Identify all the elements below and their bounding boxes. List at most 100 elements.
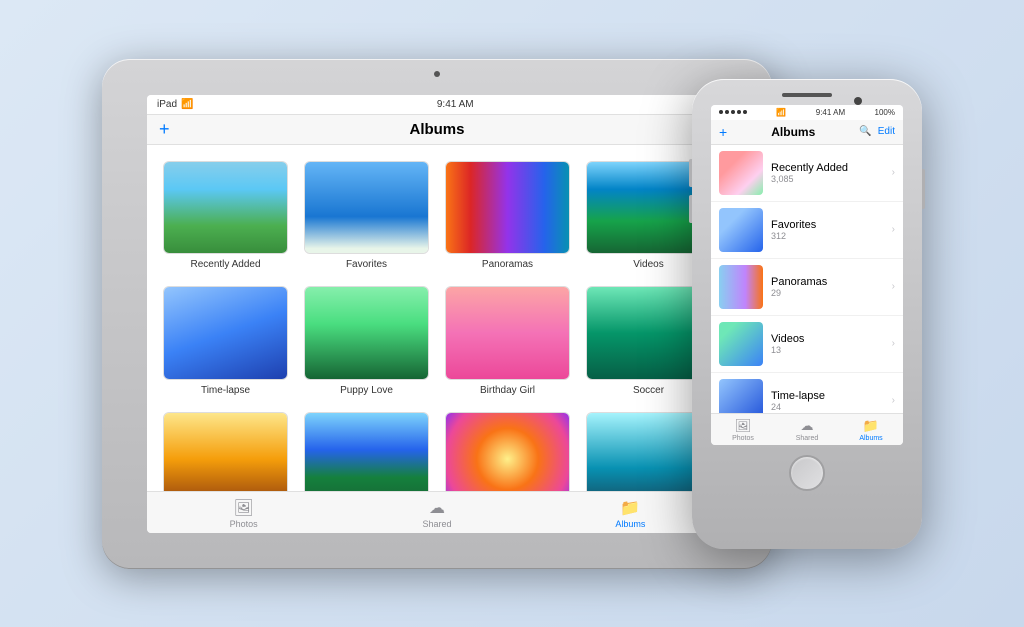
- ipad-device-label: iPad: [157, 99, 177, 110]
- ipad-tab-shared[interactable]: ☁ Shared: [340, 496, 533, 531]
- iphone-camera: [854, 97, 862, 105]
- iphone-list-chevron-videos: ›: [892, 338, 895, 349]
- iphone-album-list: Recently Added 3,085 › Favorites 312 › P…: [711, 145, 903, 413]
- ipad-album-item-recently-added[interactable]: Recently Added: [163, 161, 288, 271]
- ipad-album-label-birthday-girl: Birthday Girl: [480, 385, 535, 396]
- iphone-list-count-videos: 13: [771, 345, 892, 355]
- ipad-statusbar-left: iPad 📶: [157, 99, 193, 110]
- ipad-tab-photos[interactable]: 🖼 Photos: [147, 496, 340, 531]
- signal-dot-2: [725, 110, 729, 114]
- ipad-album-item-favorites[interactable]: Favorites: [304, 161, 429, 271]
- iphone-list-chevron-recently-added: ›: [892, 167, 895, 178]
- iphone-tab-label-photos: Photos: [732, 435, 754, 442]
- iphone-list-info-timelapse: Time-lapse 24: [771, 390, 892, 412]
- ipad-album-label-favorites: Favorites: [346, 259, 387, 270]
- ipad-album-label-timelapse: Time-lapse: [201, 385, 250, 396]
- iphone-search-button[interactable]: 🔍: [859, 126, 871, 137]
- ipad-album-label-puppy-love: Puppy Love: [340, 385, 393, 396]
- iphone-tab-icon-photos: 🖼: [735, 418, 752, 434]
- iphone-body: 📶 9:41 AM 100% + Albums 🔍 Edit: [692, 79, 922, 549]
- iphone-list-name-videos: Videos: [771, 333, 892, 345]
- ipad-album-thumb-landscape2: [304, 412, 429, 491]
- ipad-album-thumb-panoramas: [445, 161, 570, 255]
- ipad-device: iPad 📶 9:41 AM + Albums: [102, 59, 772, 569]
- iphone-list-info-videos: Videos 13: [771, 333, 892, 355]
- ipad-album-item-panoramas[interactable]: Panoramas: [445, 161, 570, 271]
- ipad-album-item-timelapse[interactable]: Time-lapse: [163, 286, 288, 396]
- ipad-album-thumb-timelapse: [163, 286, 288, 380]
- iphone-list-count-recently-added: 3,085: [771, 174, 892, 184]
- iphone-tab-label-shared: Shared: [796, 435, 819, 442]
- iphone-list-count-panoramas: 29: [771, 288, 892, 298]
- ipad-title: Albums: [409, 121, 464, 138]
- ipad-album-fill-flower: [446, 413, 569, 491]
- ipad-scroll-area: Recently Added Favorites Panoramas Video…: [147, 145, 727, 491]
- iphone-content: 📶 9:41 AM 100% + Albums 🔍 Edit: [711, 105, 903, 445]
- iphone-list-fill-panoramas: [719, 265, 763, 309]
- ipad-album-item-flower[interactable]: [445, 412, 570, 491]
- ipad-tab-icon-photos: 🖼: [234, 498, 254, 518]
- iphone-list-thumb-favorites: [719, 208, 763, 252]
- ipad-album-fill-birthday-girl: [446, 287, 569, 379]
- ipad-body: iPad 📶 9:41 AM + Albums: [102, 59, 772, 569]
- iphone-list-fill-timelapse: [719, 379, 763, 413]
- ipad-plus-button[interactable]: +: [159, 119, 170, 140]
- iphone-list-item-panoramas[interactable]: Panoramas 29 ›: [711, 259, 903, 316]
- iphone-list-item-favorites[interactable]: Favorites 312 ›: [711, 202, 903, 259]
- iphone-navbar: + Albums 🔍 Edit: [711, 120, 903, 145]
- ipad-album-fill-selfie: [164, 413, 287, 491]
- ipad-album-fill-landscape2: [305, 413, 428, 491]
- iphone-tab-shared[interactable]: ☁ Shared: [775, 417, 839, 443]
- ipad-time: 9:41 AM: [437, 99, 474, 110]
- ipad-tab-icon-shared: ☁: [429, 498, 445, 518]
- iphone-power-button[interactable]: [922, 169, 925, 209]
- iphone-list-fill-videos: [719, 322, 763, 366]
- ipad-content: iPad 📶 9:41 AM + Albums: [147, 95, 727, 533]
- iphone-navbar-actions: 🔍 Edit: [859, 126, 895, 137]
- ipad-tab-label-shared: Shared: [422, 519, 451, 529]
- iphone-device: 📶 9:41 AM 100% + Albums 🔍 Edit: [692, 79, 922, 549]
- ipad-album-label-videos: Videos: [633, 259, 663, 270]
- iphone-list-fill-recently-added: [719, 151, 763, 195]
- iphone-battery: 100%: [875, 108, 895, 117]
- iphone-time: 9:41 AM: [816, 108, 845, 117]
- ipad-screen: iPad 📶 9:41 AM + Albums: [147, 95, 727, 533]
- signal-dot-5: [743, 110, 747, 114]
- iphone-tab-icon-shared: ☁: [801, 418, 814, 434]
- ipad-album-grid: Recently Added Favorites Panoramas Video…: [147, 145, 727, 491]
- ipad-album-fill-puppy-love: [305, 287, 428, 379]
- iphone-vol-up-button[interactable]: [689, 159, 692, 187]
- ipad-album-item-landscape2[interactable]: [304, 412, 429, 491]
- iphone-list-thumb-recently-added: [719, 151, 763, 195]
- ipad-album-item-puppy-love[interactable]: Puppy Love: [304, 286, 429, 396]
- iphone-list-item-videos[interactable]: Videos 13 ›: [711, 316, 903, 373]
- iphone-tab-photos[interactable]: 🖼 Photos: [711, 417, 775, 443]
- iphone-tab-icon-albums: 📁: [863, 418, 879, 434]
- iphone-plus-button[interactable]: +: [719, 124, 727, 140]
- iphone-edit-button[interactable]: Edit: [878, 126, 895, 137]
- signal-dot-1: [719, 110, 723, 114]
- iphone-list-fill-favorites: [719, 208, 763, 252]
- iphone-list-item-timelapse[interactable]: Time-lapse 24 ›: [711, 373, 903, 413]
- ipad-album-thumb-puppy-love: [304, 286, 429, 380]
- ipad-album-thumb-birthday-girl: [445, 286, 570, 380]
- iphone-tab-label-albums: Albums: [859, 435, 882, 442]
- iphone-list-info-favorites: Favorites 312: [771, 219, 892, 241]
- iphone-list-item-recently-added[interactable]: Recently Added 3,085 ›: [711, 145, 903, 202]
- ipad-navbar: + Albums: [147, 115, 727, 145]
- iphone-list-name-recently-added: Recently Added: [771, 162, 892, 174]
- iphone-statusbar: 📶 9:41 AM 100%: [711, 105, 903, 120]
- iphone-tab-albums[interactable]: 📁 Albums: [839, 417, 903, 443]
- ipad-album-label-panoramas: Panoramas: [482, 259, 533, 270]
- iphone-list-chevron-timelapse: ›: [892, 395, 895, 406]
- iphone-list-name-favorites: Favorites: [771, 219, 892, 231]
- ipad-album-fill-recently-added: [164, 162, 287, 254]
- ipad-album-item-birthday-girl[interactable]: Birthday Girl: [445, 286, 570, 396]
- iphone-list-info-recently-added: Recently Added 3,085: [771, 162, 892, 184]
- iphone-signal: [719, 110, 747, 114]
- ipad-album-item-selfie[interactable]: [163, 412, 288, 491]
- iphone-vol-down-button[interactable]: [689, 195, 692, 223]
- iphone-list-info-panoramas: Panoramas 29: [771, 276, 892, 298]
- ipad-album-thumb-recently-added: [163, 161, 288, 255]
- iphone-home-button[interactable]: [789, 455, 825, 491]
